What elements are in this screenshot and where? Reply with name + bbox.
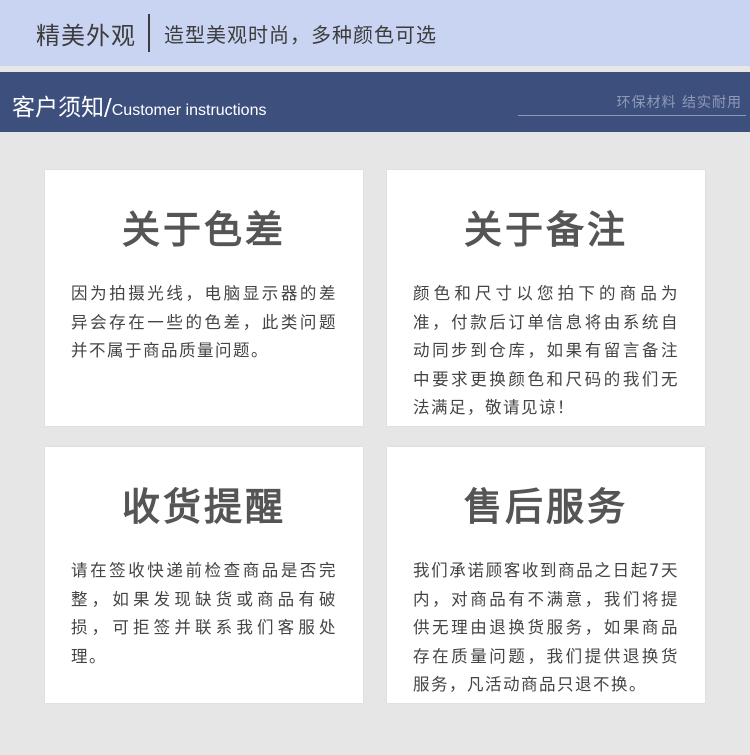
card-title: 售后服务 <box>463 485 628 529</box>
card-body: 因为拍摄光线，电脑显示器的差异会存在一些的色差，此类问题并不属于商品质量问题。 <box>71 284 337 360</box>
banner-title: 客户须知/Customer instructions <box>12 88 266 122</box>
banner-title-sep: / <box>104 95 112 121</box>
banner-title-en: Customer instructions <box>111 102 267 119</box>
instructions-banner: 客户须知/Customer instructions 环保材料 结实耐用 <box>0 72 750 132</box>
header-divider <box>148 14 150 52</box>
card-body: 我们承诺顾客收到商品之日起7天内，对商品有不满意，我们将提供无理由退换货服务，如… <box>413 561 679 694</box>
banner-title-cn: 客户须知 <box>12 95 104 121</box>
card-after-sales: 售后服务 我们承诺顾客收到商品之日起7天内，对商品有不满意，我们将提供无理由退换… <box>387 447 705 703</box>
card-body: 请在签收快递前检查商品是否完整，如果发现缺货或商品有破损，可拒签并联系我们客服处… <box>71 561 337 666</box>
header-band: 精美外观 造型美观时尚，多种颜色可选 <box>0 0 750 66</box>
header-subtitle: 造型美观时尚，多种颜色可选 <box>164 22 437 47</box>
card-title: 收货提醒 <box>121 485 286 529</box>
card-body: 颜色和尺寸以您拍下的商品为准，付款后订单信息将由系统自动同步到仓库，如果有留言备… <box>413 284 679 417</box>
banner-right-text: 环保材料 结实耐用 <box>616 95 742 111</box>
card-title: 关于备注 <box>463 208 628 252</box>
card-title: 关于色差 <box>121 208 286 252</box>
card-delivery-reminder: 收货提醒 请在签收快递前检查商品是否完整，如果发现缺货或商品有破损，可拒签并联系… <box>45 447 363 703</box>
card-remarks: 关于备注 颜色和尺寸以您拍下的商品为准，付款后订单信息将由系统自动同步到仓库，如… <box>387 170 705 426</box>
banner-underline <box>518 115 746 116</box>
header-title: 精美外观 <box>36 21 136 50</box>
card-color-difference: 关于色差 因为拍摄光线，电脑显示器的差异会存在一些的色差，此类问题并不属于商品质… <box>45 170 363 426</box>
